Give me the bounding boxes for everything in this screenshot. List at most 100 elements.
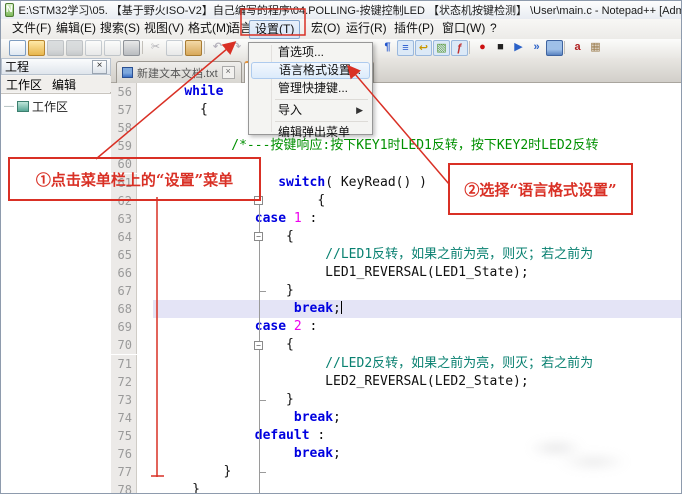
code-line-64[interactable]: 64 { — [111, 227, 681, 246]
callout-step2: ②选择“语言格式设置” — [448, 163, 633, 215]
close-all-icon[interactable] — [104, 40, 121, 56]
undo-icon[interactable]: ↶ — [209, 40, 226, 56]
code-line-69[interactable]: 69 case 2 : — [111, 318, 681, 337]
line-number: 74 — [111, 408, 137, 427]
code-text: } — [153, 283, 294, 299]
title-bar: N E:\STM32学习\05. 【基于野火ISO-V2】自己编写的程序\04.… — [1, 1, 681, 19]
spell-check-icon[interactable]: a — [569, 40, 586, 56]
project-panel-menu: 工作区 编辑 — [1, 76, 116, 92]
macro-play-icon[interactable]: ▶ — [510, 40, 527, 56]
code-line-72[interactable]: 72 LED2_REVERSAL(LED2_State); — [111, 372, 681, 391]
menu-item-7[interactable]: 设置(T) — [249, 20, 301, 39]
fold-margin-cell — [137, 445, 153, 463]
fold-collapse-icon[interactable]: − — [254, 340, 263, 350]
line-number: 56 — [111, 83, 137, 101]
settings-menu-item-5[interactable]: 导入 ▶ — [251, 102, 370, 119]
code-line-68[interactable]: 68 break; — [111, 300, 681, 319]
code-text: while — [184, 84, 224, 99]
project-panel-close-button[interactable]: × — [92, 59, 107, 74]
callout-step1: ①点击菜单栏上的“设置”菜单 — [8, 157, 261, 201]
tab-close-icon[interactable]: × — [221, 66, 235, 79]
code-line-73[interactable]: 73 } — [111, 390, 681, 409]
tab-new-text-document[interactable]: 新建文本文档.txt × — [116, 61, 242, 83]
settings-menu-item-3[interactable]: 管理快捷键... — [251, 80, 370, 97]
code-line-67[interactable]: 67 } — [111, 282, 681, 301]
code-text: //LED2反转，如果之前为亮，则灭；若之前为 — [325, 355, 594, 371]
menu-item-3[interactable]: 搜索(S) — [95, 20, 145, 37]
redo-icon[interactable]: ↷ — [228, 40, 245, 56]
line-number: 57 — [111, 101, 137, 120]
settings-menu-item-2[interactable]: 语言格式设置... — [251, 62, 370, 79]
fold-margin-cell — [137, 101, 153, 120]
line-number: 69 — [111, 318, 137, 337]
code-line-78[interactable]: 78 } — [111, 481, 681, 493]
open-file-icon[interactable] — [28, 40, 45, 56]
copy-icon[interactable] — [166, 40, 183, 56]
fold-margin-cell — [137, 463, 153, 482]
edit-menu-item[interactable]: 编辑 — [52, 76, 76, 93]
code-line-66[interactable]: 66 LED1_REVERSAL(LED1_State); — [111, 264, 681, 282]
menu-item-9[interactable]: 运行(R) — [341, 20, 392, 37]
menu-item-12[interactable]: ? — [485, 20, 502, 37]
function-list-icon[interactable]: ƒ — [451, 40, 468, 56]
fold-margin-cell — [137, 354, 153, 373]
code-line-58[interactable]: 58 — [111, 119, 681, 138]
app-icon: N — [5, 3, 14, 17]
menu-item-4[interactable]: 视图(V) — [139, 20, 189, 37]
code-line-57[interactable]: 57 { — [111, 101, 681, 120]
fold-margin-cell — [137, 372, 153, 391]
fold-margin-cell — [137, 390, 153, 409]
line-number: 65 — [111, 245, 137, 264]
new-file-icon[interactable] — [9, 40, 26, 56]
doc-map-icon[interactable]: ▧ — [433, 40, 450, 56]
menu-item-11[interactable]: 窗口(W) — [437, 20, 490, 37]
code-text: LED1_REVERSAL(LED1_State); — [153, 265, 529, 280]
fold-margin-cell — [137, 481, 153, 493]
plugin-icon[interactable]: ▦ — [587, 40, 604, 56]
fold-margin-cell — [137, 137, 153, 156]
code-line-59[interactable]: 59 /*---按键响应:按下KEY1时LED1反转，按下KEY2时LED2反转 — [111, 137, 681, 156]
show-all-chars-icon[interactable]: ¶ — [379, 40, 396, 56]
callout-step2-label: ②选择“语言格式设置” — [464, 180, 617, 199]
save-icon[interactable] — [47, 40, 64, 56]
tree-item-workspace[interactable]: — 工作区 — [1, 94, 111, 115]
menu-item-2[interactable]: 编辑(E) — [51, 20, 101, 37]
menu-item-10[interactable]: 插件(P) — [389, 20, 439, 37]
settings-menu-item-1[interactable]: 首选项... — [251, 44, 370, 61]
line-number: 77 — [111, 463, 137, 482]
print-icon[interactable] — [123, 40, 140, 56]
line-number: 75 — [111, 426, 137, 445]
code-text: } — [153, 391, 294, 407]
code-text: /*---按键响应:按下KEY1时LED1反转，按下KEY2时LED2反转 — [231, 138, 599, 154]
workspace-menu-item[interactable]: 工作区 — [6, 76, 42, 93]
fold-end-mark — [259, 291, 266, 293]
fold-margin-cell — [137, 209, 153, 228]
indent-guide-icon[interactable]: ≡ — [397, 40, 414, 56]
fold-margin-cell — [137, 282, 153, 301]
menu-item-1[interactable]: 文件(F) — [7, 20, 56, 37]
line-number: 70 — [111, 336, 137, 355]
code-line-56[interactable]: 56 while — [111, 83, 681, 101]
macro-record-icon[interactable]: ● — [474, 40, 491, 56]
close-icon[interactable] — [85, 40, 102, 56]
word-wrap-icon[interactable]: ↩ — [415, 40, 432, 56]
tree-branch: — — [4, 101, 14, 112]
code-line-65[interactable]: 65 //LED1反转，如果之前为亮，则灭；若之前为 — [111, 245, 681, 264]
code-line-71[interactable]: 71 //LED2反转，如果之前为亮，则灭；若之前为 — [111, 354, 681, 373]
code-line-70[interactable]: 70 { — [111, 336, 681, 355]
paste-icon[interactable] — [185, 40, 202, 56]
fold-margin-cell — [137, 245, 153, 264]
cut-icon[interactable]: ✂ — [147, 40, 164, 56]
fold-collapse-icon[interactable]: − — [254, 232, 263, 242]
code-text: { — [153, 228, 294, 244]
macro-run-multiple-icon[interactable]: » — [528, 40, 545, 56]
watermark-blur — [496, 426, 646, 481]
macro-stop-icon[interactable]: ■ — [492, 40, 509, 56]
save-all-icon[interactable] — [66, 40, 83, 56]
macro-save-icon[interactable] — [546, 40, 563, 56]
menu-item-8[interactable]: 宏(O) — [306, 20, 345, 37]
line-number: 59 — [111, 137, 137, 156]
settings-menu-item-7[interactable]: 编辑弹出菜单 — [251, 124, 370, 141]
code-line-74[interactable]: 74 break; — [111, 408, 681, 427]
saved-file-icon — [122, 67, 133, 78]
